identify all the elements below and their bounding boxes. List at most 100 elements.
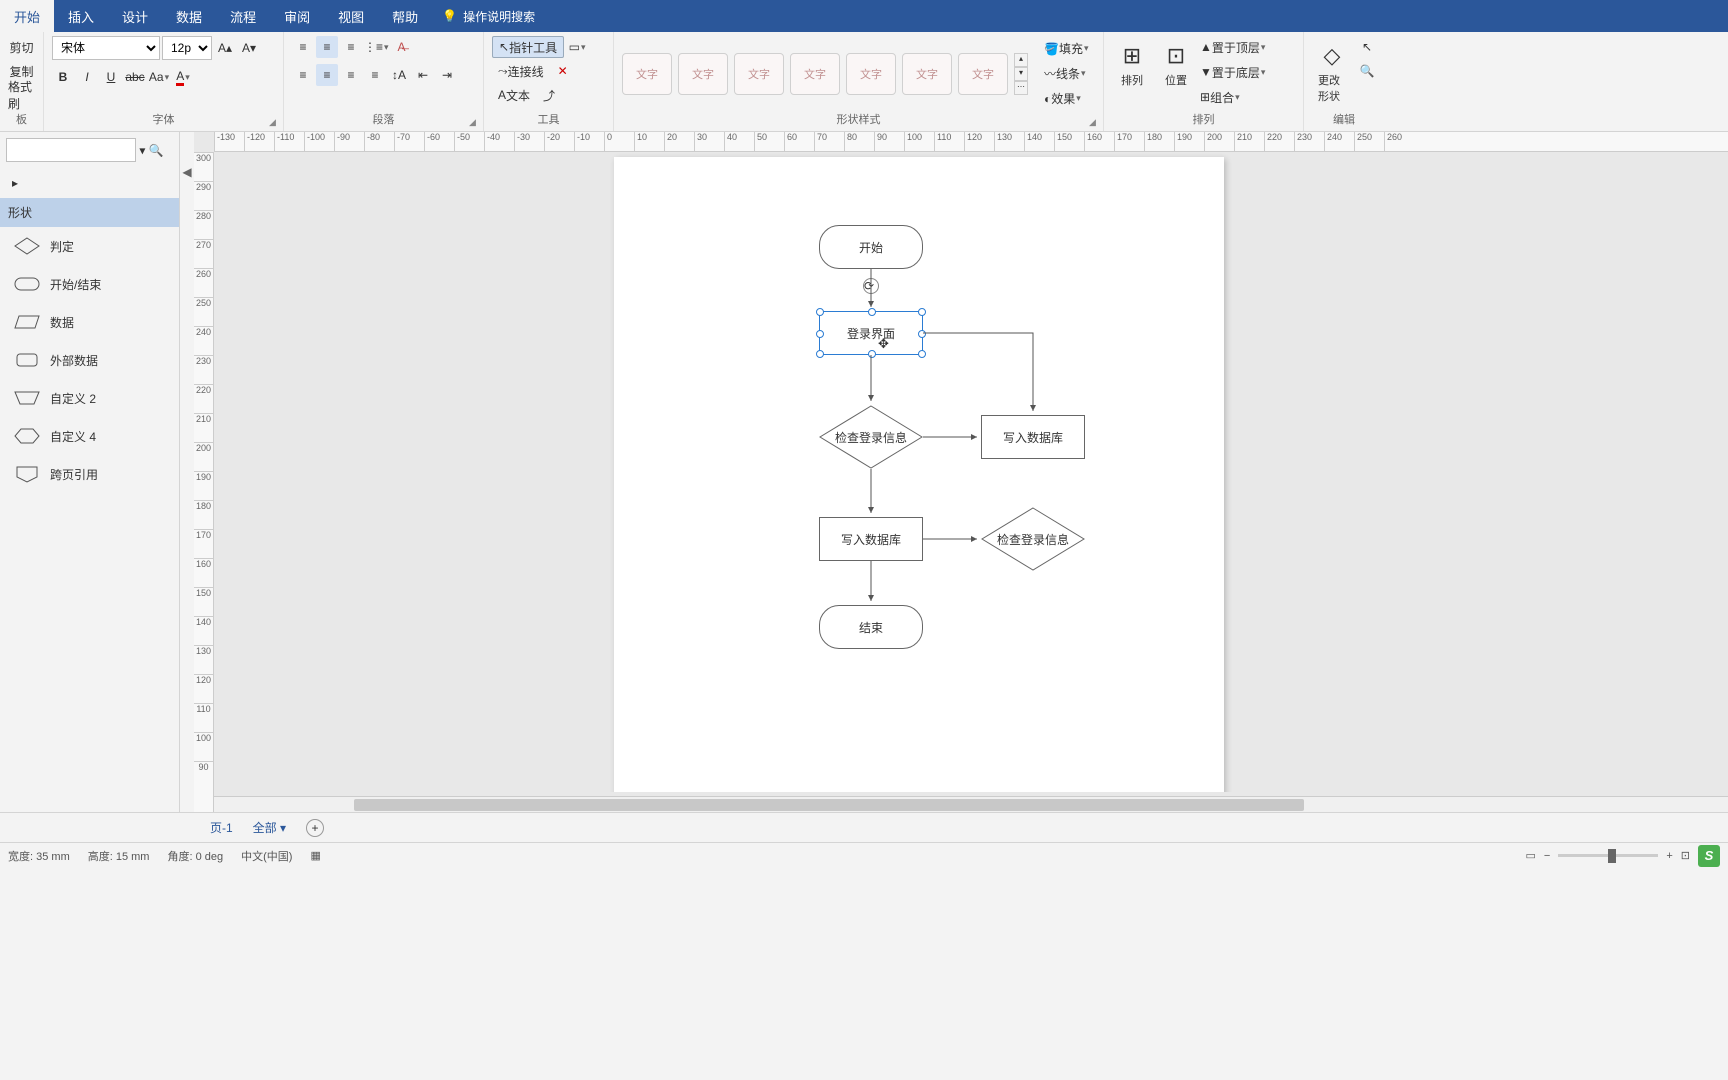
- resize-handle[interactable]: [816, 330, 824, 338]
- delete-connector-button[interactable]: ✕: [552, 60, 574, 82]
- tab-help[interactable]: 帮助: [378, 0, 432, 32]
- style-launcher[interactable]: ◢: [1089, 117, 1101, 129]
- drawing-page[interactable]: 开始 登录界面 ⟳ ✥ 检查登录信息: [614, 157, 1224, 792]
- add-page-button[interactable]: +: [306, 819, 324, 837]
- shapes-category[interactable]: 形状: [0, 198, 179, 227]
- format-painter-button[interactable]: 格式刷: [8, 84, 35, 106]
- indent-left-button[interactable]: ⇤: [412, 64, 434, 86]
- resize-handle[interactable]: [868, 308, 876, 316]
- change-shape-button[interactable]: ◇更改形状: [1312, 36, 1352, 108]
- node-write-db2[interactable]: 写入数据库: [819, 517, 923, 561]
- para-launcher[interactable]: ◢: [469, 117, 481, 129]
- clear-format-button[interactable]: A̶: [391, 36, 413, 58]
- text-rotate-button[interactable]: ⤴: [538, 84, 560, 106]
- tell-me-search[interactable]: 💡 操作说明搜索: [442, 8, 535, 25]
- text-direction-button[interactable]: ↕A: [388, 64, 410, 86]
- shape-custom4[interactable]: 自定义 4: [0, 417, 179, 455]
- bullets-button[interactable]: ⋮≡▾: [364, 36, 389, 58]
- zoom-out-button[interactable]: −: [1544, 850, 1550, 862]
- style-item[interactable]: 文字: [734, 53, 784, 95]
- font-size-combo[interactable]: 12pt: [162, 36, 212, 60]
- resize-handle[interactable]: [816, 350, 824, 358]
- italic-button[interactable]: I: [76, 66, 98, 88]
- rectangle-tool-button[interactable]: ▭▾: [566, 36, 588, 58]
- bring-front-button[interactable]: ▲ 置于顶层▾: [1200, 36, 1286, 58]
- indent-right-button[interactable]: ⇥: [436, 64, 458, 86]
- grow-font-button[interactable]: A▴: [214, 37, 236, 59]
- change-case-button[interactable]: Aa▾: [148, 66, 170, 88]
- bold-button[interactable]: B: [52, 66, 74, 88]
- resize-handle[interactable]: [918, 350, 926, 358]
- gallery-up-button[interactable]: ▴: [1014, 53, 1028, 67]
- align-left-button[interactable]: ≡: [292, 64, 314, 86]
- node-login-selected[interactable]: 登录界面 ⟳ ✥: [819, 311, 923, 355]
- font-name-combo[interactable]: 宋体: [52, 36, 160, 60]
- resize-handle[interactable]: [918, 330, 926, 338]
- align-center-button[interactable]: ≡: [316, 64, 338, 86]
- node-check[interactable]: 检查登录信息: [819, 405, 923, 469]
- rotation-handle[interactable]: ⟳: [863, 278, 879, 294]
- status-language[interactable]: 中文(中国): [241, 848, 292, 864]
- align-right-button[interactable]: ≡: [340, 64, 362, 86]
- style-item[interactable]: 文字: [790, 53, 840, 95]
- send-back-button[interactable]: ▼ 置于底层▾: [1200, 61, 1286, 83]
- macro-icon[interactable]: ▦: [310, 849, 320, 862]
- select-button[interactable]: ↖: [1356, 36, 1378, 58]
- shape-custom2[interactable]: 自定义 2: [0, 379, 179, 417]
- group-button[interactable]: ⊞ 组合▾: [1200, 86, 1286, 108]
- strike-button[interactable]: abc: [124, 66, 146, 88]
- cut-button[interactable]: 剪切: [8, 36, 35, 58]
- style-item[interactable]: 文字: [622, 53, 672, 95]
- page-tab[interactable]: 页-1: [210, 819, 233, 836]
- tab-data[interactable]: 数据: [162, 0, 216, 32]
- shape-offpage-ref[interactable]: 跨页引用: [0, 455, 179, 493]
- font-launcher[interactable]: ◢: [269, 117, 281, 129]
- text-tool-button[interactable]: A 文本: [492, 84, 536, 106]
- resize-handle[interactable]: [868, 350, 876, 358]
- shape-external-data[interactable]: 外部数据: [0, 341, 179, 379]
- align-button[interactable]: ⊞排列: [1112, 36, 1152, 92]
- node-end[interactable]: 结束: [819, 605, 923, 649]
- style-item[interactable]: 文字: [902, 53, 952, 95]
- style-item[interactable]: 文字: [846, 53, 896, 95]
- tab-design[interactable]: 设计: [108, 0, 162, 32]
- font-color-button[interactable]: A▾: [172, 66, 194, 88]
- shrink-font-button[interactable]: A▾: [238, 37, 260, 59]
- shapes-search-input[interactable]: [6, 138, 136, 162]
- shape-data[interactable]: 数据: [0, 303, 179, 341]
- pointer-tool-button[interactable]: ↖ 指针工具: [492, 36, 564, 58]
- tab-review[interactable]: 审阅: [270, 0, 324, 32]
- tab-view[interactable]: 视图: [324, 0, 378, 32]
- tab-insert[interactable]: 插入: [54, 0, 108, 32]
- style-item[interactable]: 文字: [678, 53, 728, 95]
- node-start[interactable]: 开始: [819, 225, 923, 269]
- connector-tool-button[interactable]: ⤳ 连接线: [492, 60, 550, 82]
- horizontal-scrollbar[interactable]: [214, 796, 1728, 812]
- all-pages-tab[interactable]: 全部 ▾: [253, 819, 286, 836]
- gallery-more-button[interactable]: ⋯: [1014, 81, 1028, 95]
- underline-button[interactable]: U: [100, 66, 122, 88]
- node-check2[interactable]: 检查登录信息: [981, 507, 1085, 571]
- justify-button[interactable]: ≡: [364, 64, 386, 86]
- scrollbar-thumb[interactable]: [354, 799, 1304, 811]
- canvas[interactable]: 开始 登录界面 ⟳ ✥ 检查登录信息: [214, 152, 1728, 792]
- zoom-slider[interactable]: [1558, 854, 1658, 857]
- search-dropdown-icon[interactable]: ▾: [139, 144, 145, 158]
- search-icon[interactable]: 🔍: [149, 144, 164, 158]
- view-mode-icon[interactable]: ▭: [1526, 849, 1536, 862]
- node-write-db[interactable]: 写入数据库: [981, 415, 1085, 459]
- style-item[interactable]: 文字: [958, 53, 1008, 95]
- shape-terminator[interactable]: 开始/结束: [0, 265, 179, 303]
- shape-decision[interactable]: 判定: [0, 227, 179, 265]
- ime-indicator[interactable]: S: [1698, 845, 1720, 867]
- panel-collapse-button[interactable]: ◀: [180, 152, 194, 192]
- tab-process[interactable]: 流程: [216, 0, 270, 32]
- align-top-button[interactable]: ≡: [292, 36, 314, 58]
- resize-handle[interactable]: [918, 308, 926, 316]
- shapes-expand[interactable]: ▸: [0, 168, 179, 198]
- fit-page-button[interactable]: ⊡: [1681, 849, 1690, 862]
- resize-handle[interactable]: [816, 308, 824, 316]
- align-middle-button[interactable]: ≡: [316, 36, 338, 58]
- gallery-down-button[interactable]: ▾: [1014, 67, 1028, 81]
- align-bottom-button[interactable]: ≡: [340, 36, 362, 58]
